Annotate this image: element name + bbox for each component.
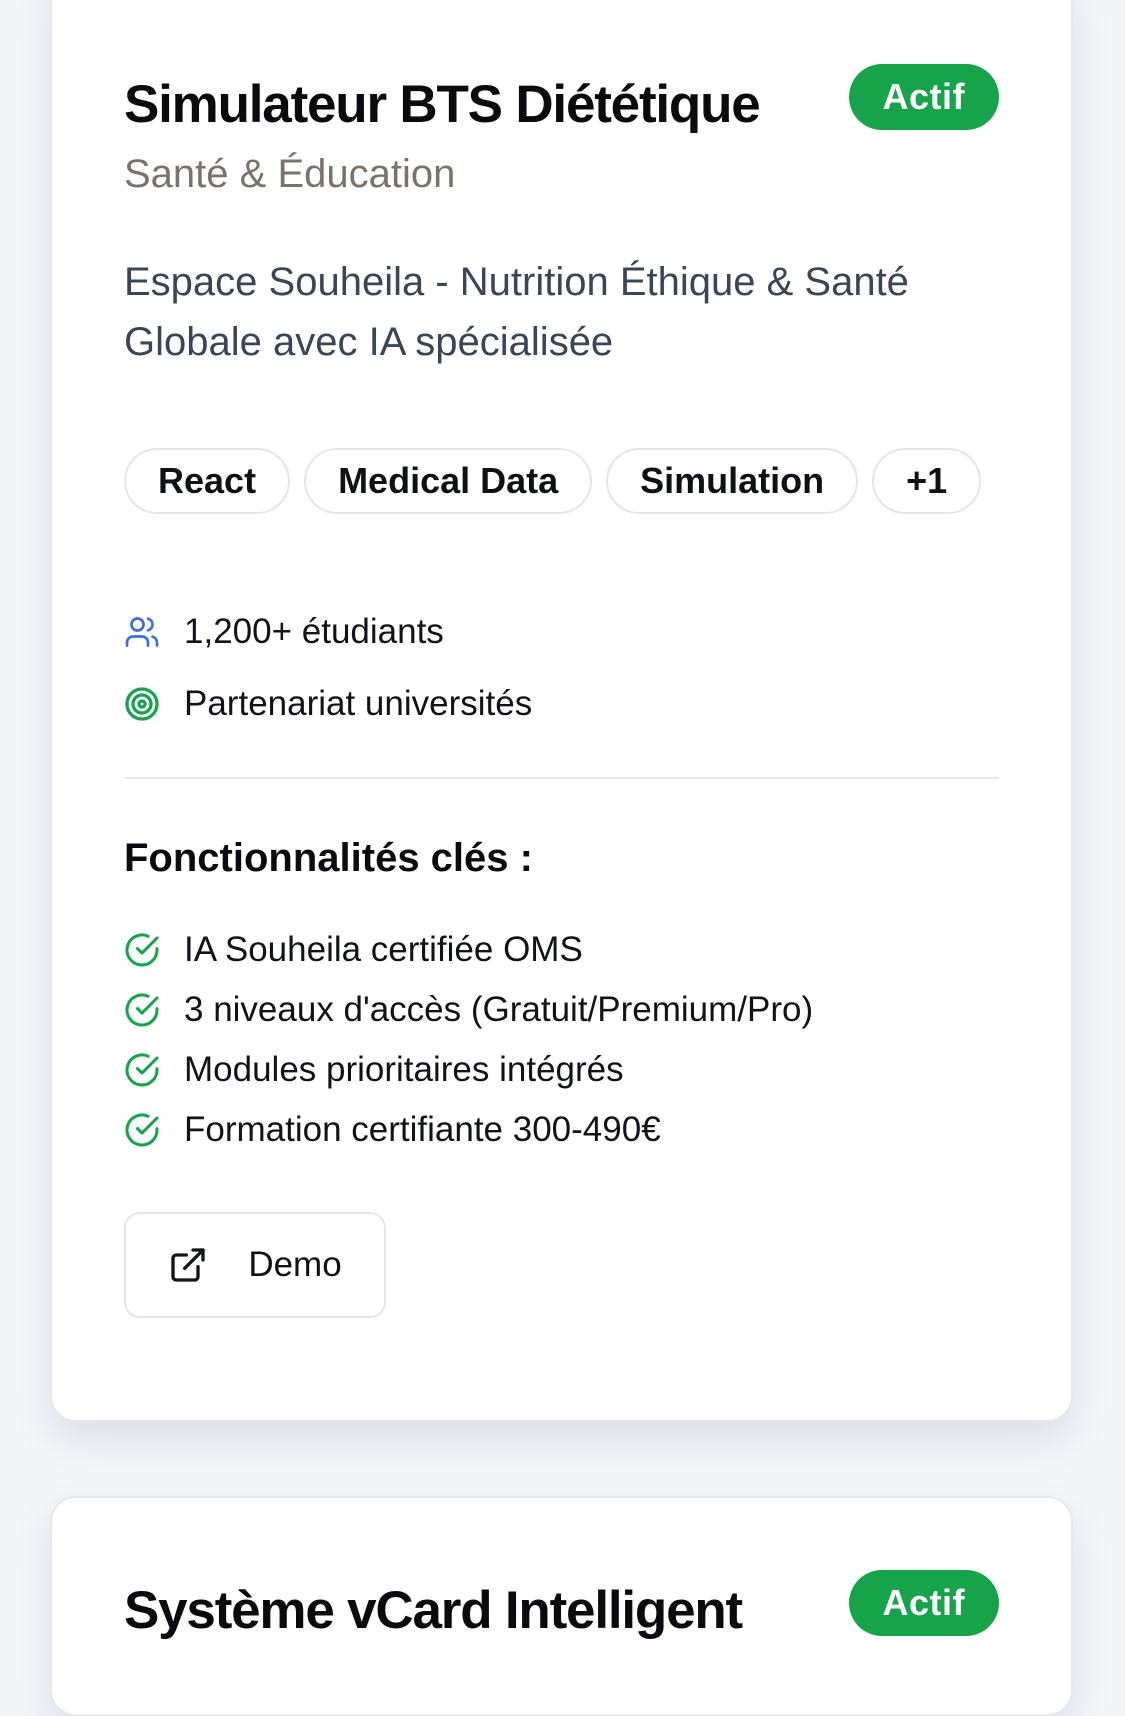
feature-item: Modules prioritaires intégrés — [124, 1040, 813, 1100]
check-circle-icon — [124, 1052, 160, 1088]
feature-text: Formation certifiante 300-490€ — [184, 1110, 661, 1149]
partner-stat-text: Partenariat universités — [184, 684, 533, 723]
feature-list: IA Souheila certifiée OMS 3 niveaux d'ac… — [124, 920, 813, 1160]
feature-item: Formation certifiante 300-490€ — [124, 1100, 813, 1160]
tag-list: React Medical Data Simulation +1 — [124, 448, 1004, 514]
partner-stat: Partenariat universités — [124, 684, 532, 724]
check-circle-icon — [124, 992, 160, 1028]
project-title: Système vCard Intelligent — [124, 1581, 743, 1640]
external-link-icon — [168, 1245, 208, 1285]
more-tags-chip[interactable]: +1 — [872, 448, 982, 514]
feature-text: Modules prioritaires intégrés — [184, 1050, 624, 1089]
target-icon — [124, 686, 160, 722]
users-icon — [124, 614, 160, 650]
status-badge: Actif — [848, 1570, 999, 1636]
feature-item: IA Souheila certifiée OMS — [124, 920, 813, 980]
tag-chip: React — [124, 448, 291, 514]
features-heading: Fonctionnalités clés : — [124, 836, 533, 880]
users-stat-text: 1,200+ étudiants — [184, 612, 444, 651]
tag-chip: Simulation — [606, 448, 859, 514]
project-category: Santé & Éducation — [124, 152, 456, 196]
project-card: Système vCard Intelligent Actif — [50, 1496, 1073, 1716]
check-circle-icon — [124, 1112, 160, 1148]
project-card: Simulateur BTS Diététique Actif Santé & … — [50, 0, 1073, 1422]
feature-text: IA Souheila certifiée OMS — [184, 930, 583, 969]
project-description: Espace Souheila - Nutrition Éthique & Sa… — [124, 260, 909, 364]
demo-button-label: Demo — [248, 1245, 342, 1284]
check-circle-icon — [124, 932, 160, 968]
project-title: Simulateur BTS Diététique — [124, 75, 761, 134]
demo-button[interactable]: Demo — [124, 1212, 386, 1318]
status-badge: Actif — [848, 64, 999, 130]
feature-text: 3 niveaux d'accès (Gratuit/Premium/Pro) — [184, 990, 814, 1029]
tag-chip: Medical Data — [304, 448, 593, 514]
users-stat: 1,200+ étudiants — [124, 612, 444, 652]
feature-item: 3 niveaux d'accès (Gratuit/Premium/Pro) — [124, 980, 813, 1040]
divider — [124, 777, 999, 779]
